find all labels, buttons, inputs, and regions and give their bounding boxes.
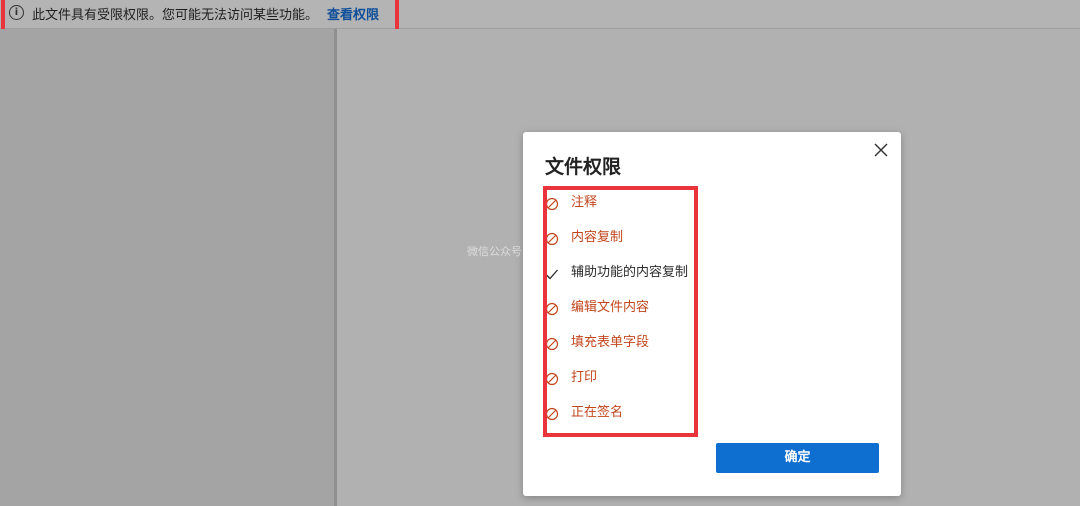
ok-button[interactable]: 确定 [716,443,879,473]
close-icon [874,143,888,157]
app-window: i 此文件具有受限权限。您可能无法访问某些功能。 查看权限 微信公众号：各种学习… [0,0,1080,506]
left-sidebar-panel [0,29,334,506]
close-button[interactable] [871,140,891,160]
dialog-title: 文件权限 [545,156,622,178]
highlight-box-permissions [543,186,698,437]
